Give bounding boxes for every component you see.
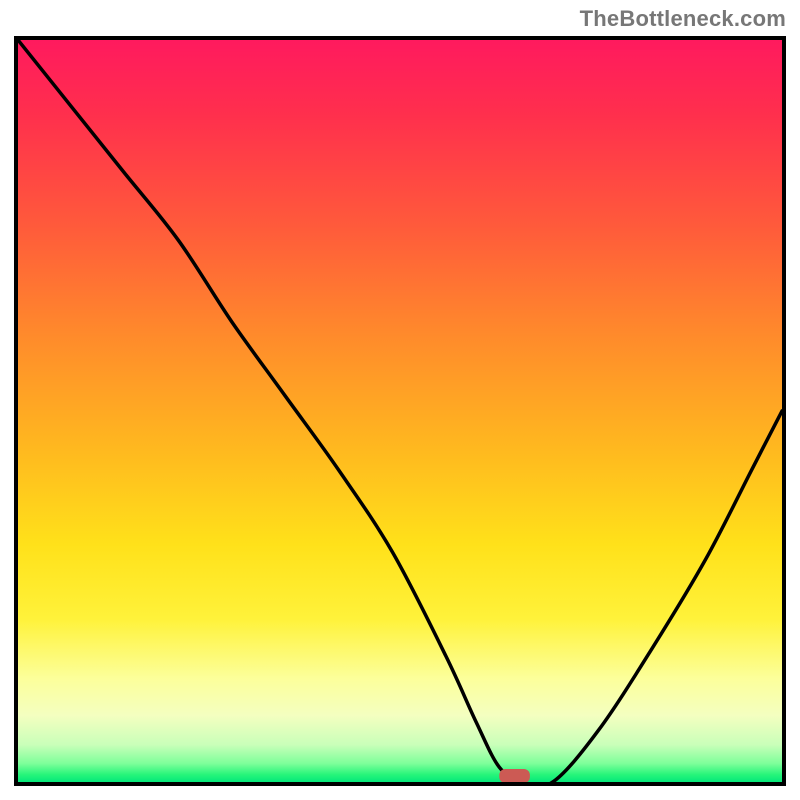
minimum-marker [499,769,530,782]
chart-frame: TheBottleneck.com [0,0,800,800]
curve-svg [18,40,782,782]
plot-area [14,36,786,786]
bottleneck-curve [18,40,782,782]
watermark-text: TheBottleneck.com [580,6,786,32]
